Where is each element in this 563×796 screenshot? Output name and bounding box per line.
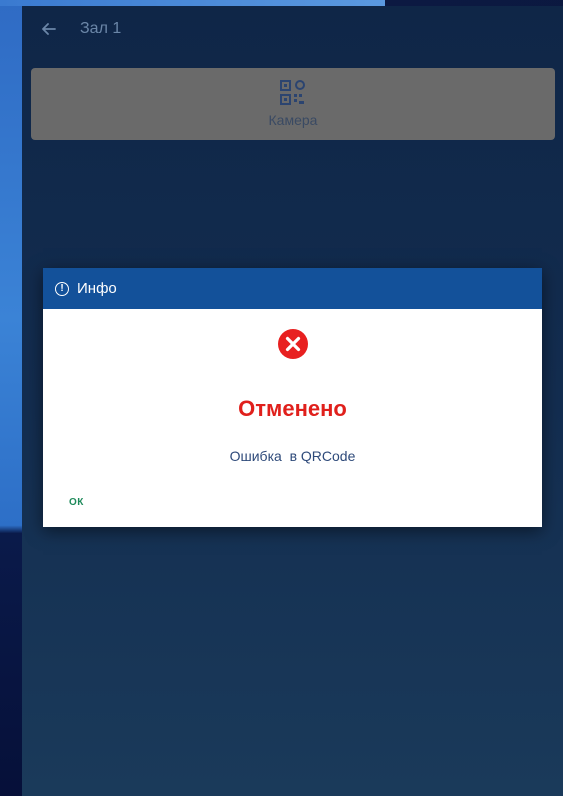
dialog-header: ! Инфо [43,268,542,309]
error-message: Ошибка в QRCode [229,448,356,464]
arrow-left-icon [42,23,56,35]
camera-button[interactable]: Камера [31,68,555,140]
ok-button[interactable]: ОК [69,497,84,508]
back-button[interactable] [34,14,64,44]
dialog-title: Инфо [77,280,117,297]
desktop-wallpaper-edge [0,0,22,796]
info-circle-icon: ! [55,281,69,296]
page-title: Зал 1 [80,20,122,37]
error-x-circle-icon [278,329,308,359]
app-window: Зал 1 Камера ! Инфо Отменено Ошибка в QR… [22,6,563,796]
info-dialog: ! Инфо Отменено Ошибка в QRCode ОК [43,268,542,527]
qr-code-icon [280,80,305,105]
camera-button-label: Камера [268,112,318,128]
status-text: Отменено [238,396,347,421]
app-bar: Зал 1 [22,6,563,52]
